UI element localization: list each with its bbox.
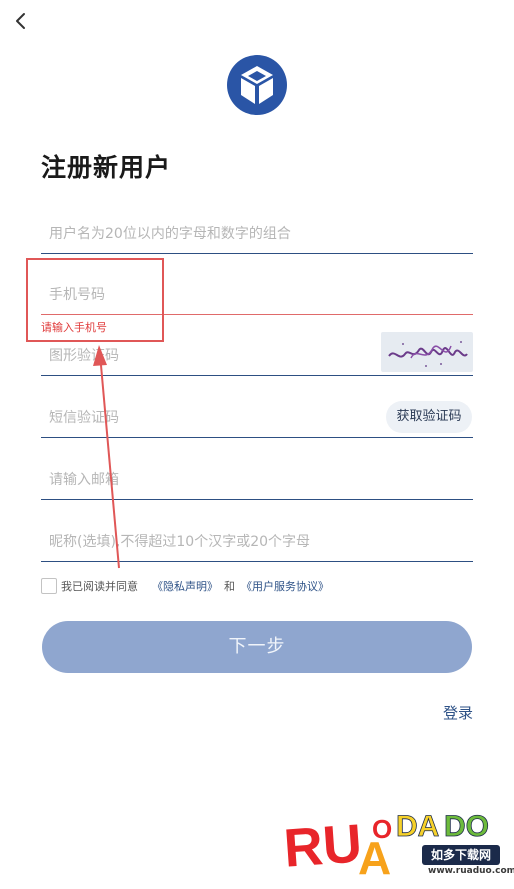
captcha-image[interactable]	[381, 332, 473, 372]
get-sms-code-button[interactable]: 获取验证码	[386, 401, 472, 433]
back-button[interactable]	[6, 6, 36, 36]
email-field	[41, 459, 473, 500]
nickname-input[interactable]	[49, 529, 459, 555]
chevron-left-icon	[16, 13, 25, 29]
app-logo	[227, 55, 287, 115]
watermark-logo: RU A O DA DO 如多下载网 www.ruaduo.com	[282, 798, 514, 884]
privacy-link[interactable]: 《隐私声明》	[152, 578, 218, 594]
nickname-field	[41, 521, 473, 562]
agreement-text: 我已阅读并同意	[61, 580, 138, 593]
sms-code-input[interactable]	[49, 405, 369, 431]
email-input[interactable]	[49, 467, 379, 493]
agreement-row: 我已阅读并同意 《隐私声明》 和 《用户服务协议》	[41, 576, 329, 596]
annotation-arrow	[93, 345, 120, 569]
agreement-checkbox[interactable]	[41, 578, 57, 594]
next-step-button[interactable]: 下一步	[42, 621, 472, 673]
agreement-and: 和	[224, 580, 235, 593]
cube-logo-icon	[227, 55, 287, 115]
username-input[interactable]	[49, 221, 379, 247]
login-link[interactable]: 登录	[443, 702, 473, 723]
captcha-squiggle-icon	[388, 341, 468, 367]
username-field	[41, 213, 473, 254]
svg-text:DO: DO	[444, 810, 489, 843]
sms-code-field: 获取验证码	[41, 397, 473, 438]
svg-text:RU: RU	[284, 813, 364, 878]
captcha-input[interactable]	[49, 343, 369, 369]
watermark-chinese: 如多下载网	[422, 845, 500, 865]
annotation-box	[26, 258, 164, 342]
page-title: 注册新用户	[41, 153, 172, 182]
svg-text:DA: DA	[396, 810, 439, 843]
watermark-url: www.ruaduo.com	[428, 866, 514, 876]
service-agreement-link[interactable]: 《用户服务协议》	[241, 578, 329, 594]
svg-text:O: O	[372, 814, 392, 844]
